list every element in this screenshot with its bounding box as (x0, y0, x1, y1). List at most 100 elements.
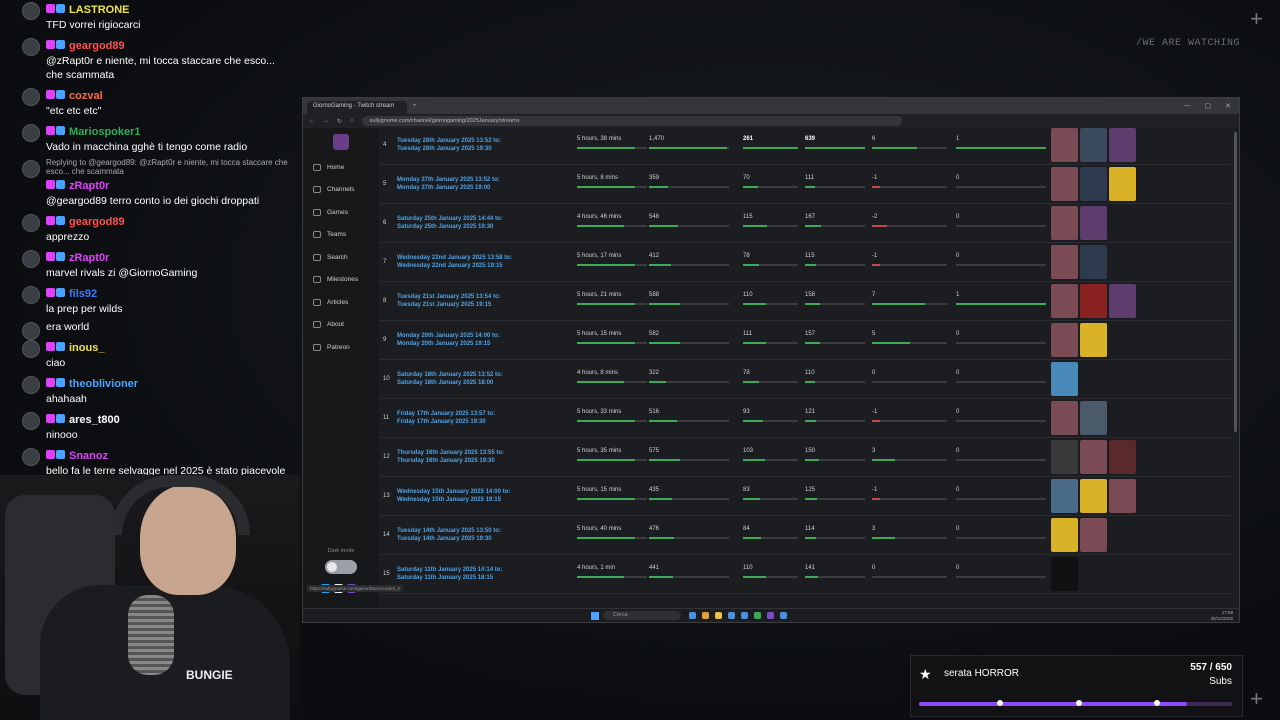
stream-date-link[interactable]: Saturday 25th January 2025 14:44 to: Satu… (397, 215, 503, 231)
chat-username[interactable]: fils92 (69, 288, 97, 300)
maximize-icon[interactable]: ▢ (1205, 102, 1212, 110)
chat-username[interactable]: Mariospoker1 (69, 126, 141, 138)
game-thumbnail[interactable] (1080, 440, 1107, 474)
stream-date-link[interactable]: Monday 20th January 2025 14:00 to: Monday… (397, 332, 500, 348)
stream-date-link[interactable]: Wednesday 15th January 2025 14:00 to: Wed… (397, 488, 510, 504)
edge-icon[interactable] (728, 612, 735, 619)
game-thumbnail[interactable] (1080, 128, 1107, 162)
folder-icon[interactable] (715, 612, 722, 619)
stream-date-link[interactable]: Thursday 16th January 2025 13:55 to: Thur… (397, 449, 504, 465)
chat-username[interactable]: Snanoz (69, 450, 108, 462)
avatar[interactable] (22, 286, 40, 304)
game-thumbnail[interactable] (1080, 206, 1107, 240)
game-thumbnail[interactable] (1051, 557, 1078, 591)
avatar[interactable] (22, 448, 40, 466)
avatar[interactable] (22, 214, 40, 232)
avatar[interactable] (22, 340, 40, 358)
sidebar-item-channels[interactable]: Channels (303, 179, 379, 202)
minimize-icon[interactable]: — (1184, 102, 1191, 110)
avatar[interactable] (22, 124, 40, 142)
game-thumbnail[interactable] (1051, 245, 1078, 279)
avatar[interactable] (22, 160, 40, 178)
game-thumbnail[interactable] (1080, 167, 1107, 201)
reload-icon[interactable]: ↻ (337, 118, 342, 125)
stream-date-link[interactable]: Saturday 11th January 2025 14:14 to: Satu… (397, 566, 502, 582)
game-thumbnail[interactable] (1051, 440, 1078, 474)
avatar[interactable] (22, 38, 40, 56)
game-thumbnail[interactable] (1051, 323, 1078, 357)
discord-icon[interactable] (767, 612, 774, 619)
chat-username[interactable]: theoblivioner (69, 378, 138, 390)
avatar[interactable] (22, 376, 40, 394)
game-thumbnail[interactable] (1051, 518, 1078, 552)
game-thumbnail[interactable] (1109, 284, 1136, 318)
taskbar: Cerca 17:58 30/12/2025 (303, 608, 1239, 622)
chat-username[interactable]: geargod89 (69, 216, 125, 228)
chat-username[interactable]: zRapt0r (69, 180, 109, 192)
chrome-icon[interactable] (702, 612, 709, 619)
game-thumbnail[interactable] (1109, 167, 1136, 201)
chat-username[interactable]: geargod89 (69, 40, 125, 52)
avatar[interactable] (22, 88, 40, 106)
home-icon[interactable]: ⌂ (350, 118, 354, 124)
new-tab-icon[interactable]: + (413, 103, 417, 109)
avatar[interactable] (22, 250, 40, 268)
avatar[interactable] (22, 2, 40, 20)
sidebar-item-search[interactable]: Search (303, 246, 379, 269)
sidebar-item-about[interactable]: About (303, 314, 379, 337)
sidebar-item-patreon[interactable]: Patreon (303, 336, 379, 359)
browser-tab[interactable]: GiornoGaming - Twitch stream (307, 101, 407, 114)
sidebar-item-articles[interactable]: Articles (303, 291, 379, 314)
stream-date-link[interactable]: Saturday 18th January 2025 13:52 to: Satu… (397, 371, 503, 387)
stream-date-link[interactable]: Monday 27th January 2025 13:52 to: Monday… (397, 176, 500, 192)
game-thumbnail[interactable] (1080, 323, 1107, 357)
game-thumbnail[interactable] (1051, 284, 1078, 318)
stream-start: Monday 27th January 2025 13:52 to: (397, 177, 500, 183)
game-thumbnail[interactable] (1080, 401, 1107, 435)
game-thumbnail[interactable] (1051, 206, 1078, 240)
taskbar-search[interactable]: Cerca (603, 611, 681, 620)
chat-username[interactable]: ares_t800 (69, 414, 120, 426)
back-icon[interactable]: ← (309, 118, 315, 124)
game-thumbnail[interactable] (1109, 128, 1136, 162)
game-thumbnail[interactable] (1051, 401, 1078, 435)
stream-date-link[interactable]: Wednesday 22nd January 2025 13:58 to: Wed… (397, 254, 512, 270)
sidebar-item-games[interactable]: Games (303, 201, 379, 224)
stream-date-link[interactable]: Tuesday 28th January 2025 13:52 to: Tuesd… (397, 137, 501, 153)
game-thumbnail[interactable] (1080, 518, 1107, 552)
site-logo[interactable] (333, 134, 349, 150)
windows-start-icon[interactable] (591, 611, 599, 620)
game-thumbnail[interactable] (1080, 284, 1107, 318)
chat-username[interactable]: cozval (69, 90, 103, 102)
avatar[interactable] (22, 412, 40, 430)
game-thumbnail[interactable] (1080, 479, 1107, 513)
stream-date-link[interactable]: Tuesday 21st January 2025 13:54 to: Tuesd… (397, 293, 501, 309)
scrollbar[interactable] (1234, 132, 1237, 432)
stream-date-link[interactable]: Tuesday 14th January 2025 13:50 to: Tuesd… (397, 527, 501, 543)
game-thumbnail[interactable] (1051, 167, 1078, 201)
dark-mode-toggle[interactable] (325, 560, 357, 574)
task-view-icon[interactable] (689, 612, 696, 619)
game-thumbnail[interactable] (1051, 362, 1078, 396)
url-field[interactable]: sullygnome.com/channel/giornogaming/2025… (361, 116, 902, 126)
taskbar-clock[interactable]: 17:58 30/12/2025 (1210, 610, 1233, 622)
app-icon[interactable] (780, 612, 787, 619)
store-icon[interactable] (741, 612, 748, 619)
game-thumbnail[interactable] (1051, 128, 1078, 162)
sidebar-item-teams[interactable]: Teams (303, 224, 379, 247)
game-thumbnail[interactable] (1109, 440, 1136, 474)
sidebar-item-home[interactable]: Home (303, 156, 379, 179)
spotify-icon[interactable] (754, 612, 761, 619)
chat-username[interactable]: inous_ (69, 342, 104, 354)
sidebar-item-label: Home (327, 163, 345, 171)
stream-date-link[interactable]: Friday 17th January 2025 13:57 to: Friday… (397, 410, 495, 426)
game-thumbnail[interactable] (1080, 245, 1107, 279)
sidebar-item-milestones[interactable]: Milestones (303, 269, 379, 292)
game-thumbnail[interactable] (1109, 479, 1136, 513)
chat-username[interactable]: zRapt0r (69, 252, 109, 264)
forward-icon[interactable]: → (323, 118, 329, 124)
close-icon[interactable]: ✕ (1225, 102, 1231, 110)
table-row: 12 Thursday 16th January 2025 13:55 to: Th… (379, 438, 1231, 477)
game-thumbnail[interactable] (1051, 479, 1078, 513)
chat-username[interactable]: LASTRONE (69, 4, 130, 16)
